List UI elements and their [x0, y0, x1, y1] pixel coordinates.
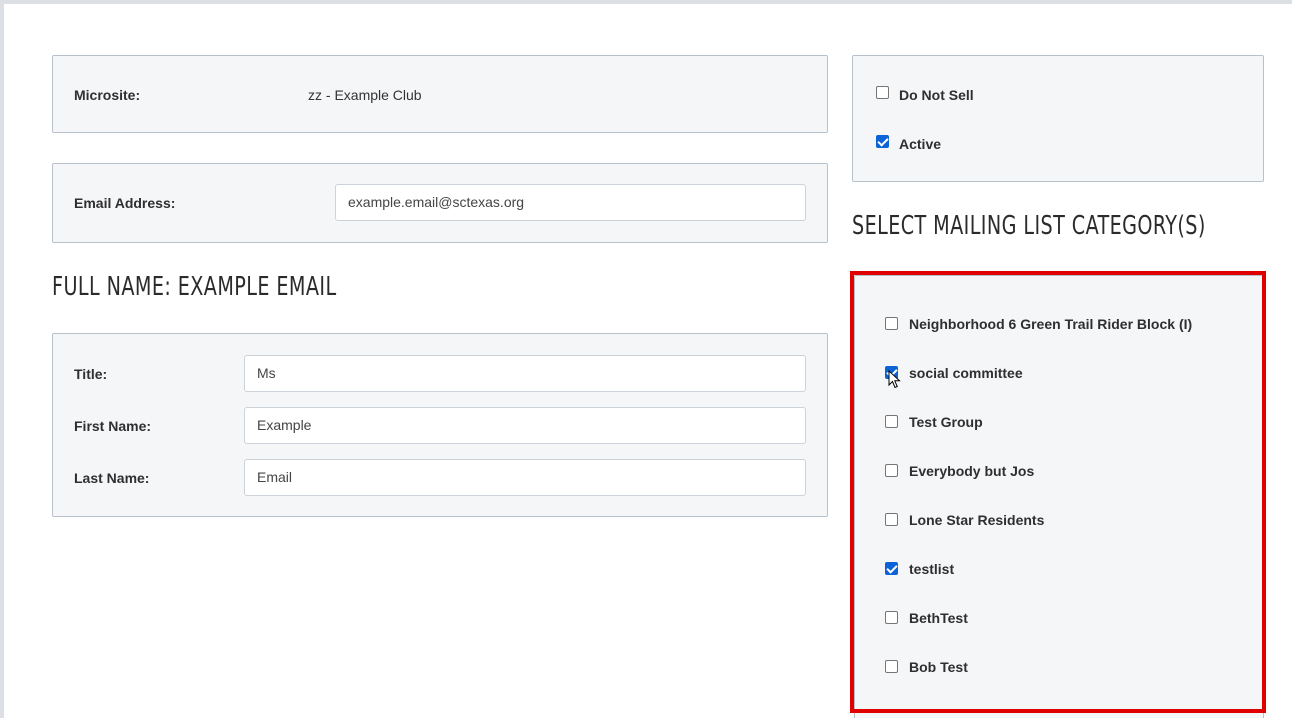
microsite-panel: Microsite: zz - Example Club [52, 55, 828, 133]
do-not-sell-checkbox[interactable] [876, 86, 889, 99]
page: Microsite: zz - Example Club Email Addre… [0, 0, 1292, 718]
mailing-list-heading: SELECT MAILING LIST CATEGORY(S) [852, 211, 1206, 241]
full-name-heading: FULL NAME: EXAMPLE EMAIL [52, 272, 337, 302]
flags-panel: Do Not Sell Active [852, 55, 1264, 182]
last-name-label: Last Name: [74, 470, 150, 486]
active-label[interactable]: Active [899, 136, 941, 152]
first-name-label: First Name: [74, 418, 152, 434]
name-panel: Title: Ms First Name: Example Last Name:… [52, 333, 828, 517]
microsite-label: Microsite: [74, 87, 141, 103]
mouse-cursor-icon [888, 370, 901, 389]
email-field[interactable]: example.email@sctexas.org [335, 184, 806, 221]
highlight-frame [850, 271, 1266, 713]
microsite-value: zz - Example Club [308, 87, 422, 103]
active-checkbox[interactable] [876, 135, 889, 148]
last-name-field[interactable]: Email [244, 459, 806, 496]
email-label: Email Address: [74, 195, 176, 211]
email-panel: Email Address: example.email@sctexas.org [52, 163, 828, 243]
first-name-field[interactable]: Example [244, 407, 806, 444]
do-not-sell-label[interactable]: Do Not Sell [899, 87, 974, 103]
title-label: Title: [74, 366, 108, 382]
title-field[interactable]: Ms [244, 355, 806, 392]
